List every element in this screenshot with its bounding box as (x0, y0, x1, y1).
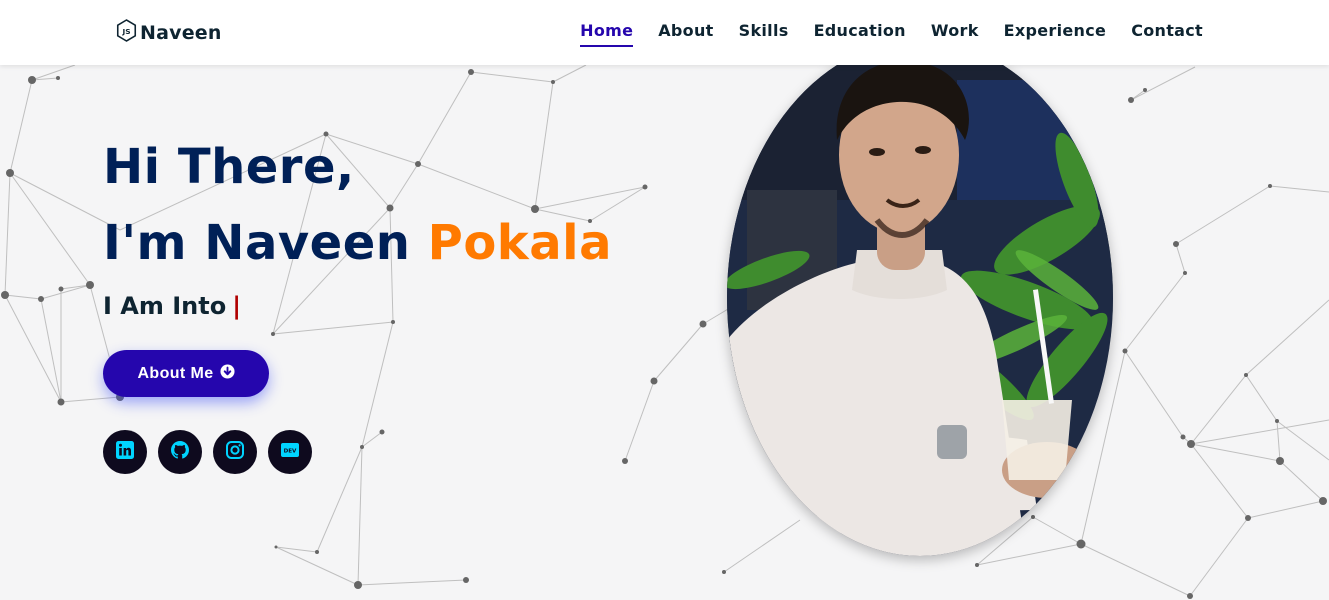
svg-text:DEV: DEV (284, 449, 297, 455)
nav-link-skills[interactable]: Skills (739, 21, 789, 44)
svg-text:JS: JS (121, 27, 130, 36)
hero-name-accent: Pokala (427, 215, 612, 271)
brand-name: Naveen (140, 21, 222, 44)
linkedin-link[interactable] (103, 430, 147, 474)
hero-typing-line: I Am Into | (103, 292, 612, 320)
nav-link-work[interactable]: Work (931, 21, 979, 44)
js-hexagon-icon: JS (116, 19, 137, 46)
about-me-button[interactable]: About Me (103, 350, 269, 397)
profile-photo (727, 40, 1113, 556)
github-icon (170, 440, 190, 464)
nav-link-contact[interactable]: Contact (1131, 21, 1203, 44)
hero-into-text: I Am Into (103, 292, 227, 320)
social-links: DEV (103, 430, 312, 474)
about-me-button-label: About Me (137, 364, 214, 382)
dev-icon: DEV (280, 440, 300, 464)
instagram-icon (225, 440, 245, 464)
instagram-link[interactable] (213, 430, 257, 474)
nav-link-education[interactable]: Education (814, 21, 906, 44)
nav-link-about[interactable]: About (658, 21, 713, 44)
dev-link[interactable]: DEV (268, 430, 312, 474)
navbar: JS Naveen Home About Skills Education Wo… (0, 0, 1329, 65)
hero-intro: I'm Naveen (103, 215, 411, 271)
nav-link-experience[interactable]: Experience (1004, 21, 1107, 44)
main-navigation: Home About Skills Education Work Experie… (580, 21, 1203, 47)
hero-greeting: Hi There, (103, 139, 355, 195)
hero-text: Hi There, I'm Naveen Pokala I Am Into | (103, 138, 612, 320)
typing-cursor: | (232, 292, 241, 320)
nav-link-home[interactable]: Home (580, 21, 634, 47)
github-link[interactable] (158, 430, 202, 474)
brand-logo-link[interactable]: JS Naveen (116, 19, 222, 46)
linkedin-icon (115, 440, 135, 464)
hero-name-heading: I'm Naveen Pokala (103, 214, 612, 272)
arrow-circle-down-icon (220, 363, 235, 384)
